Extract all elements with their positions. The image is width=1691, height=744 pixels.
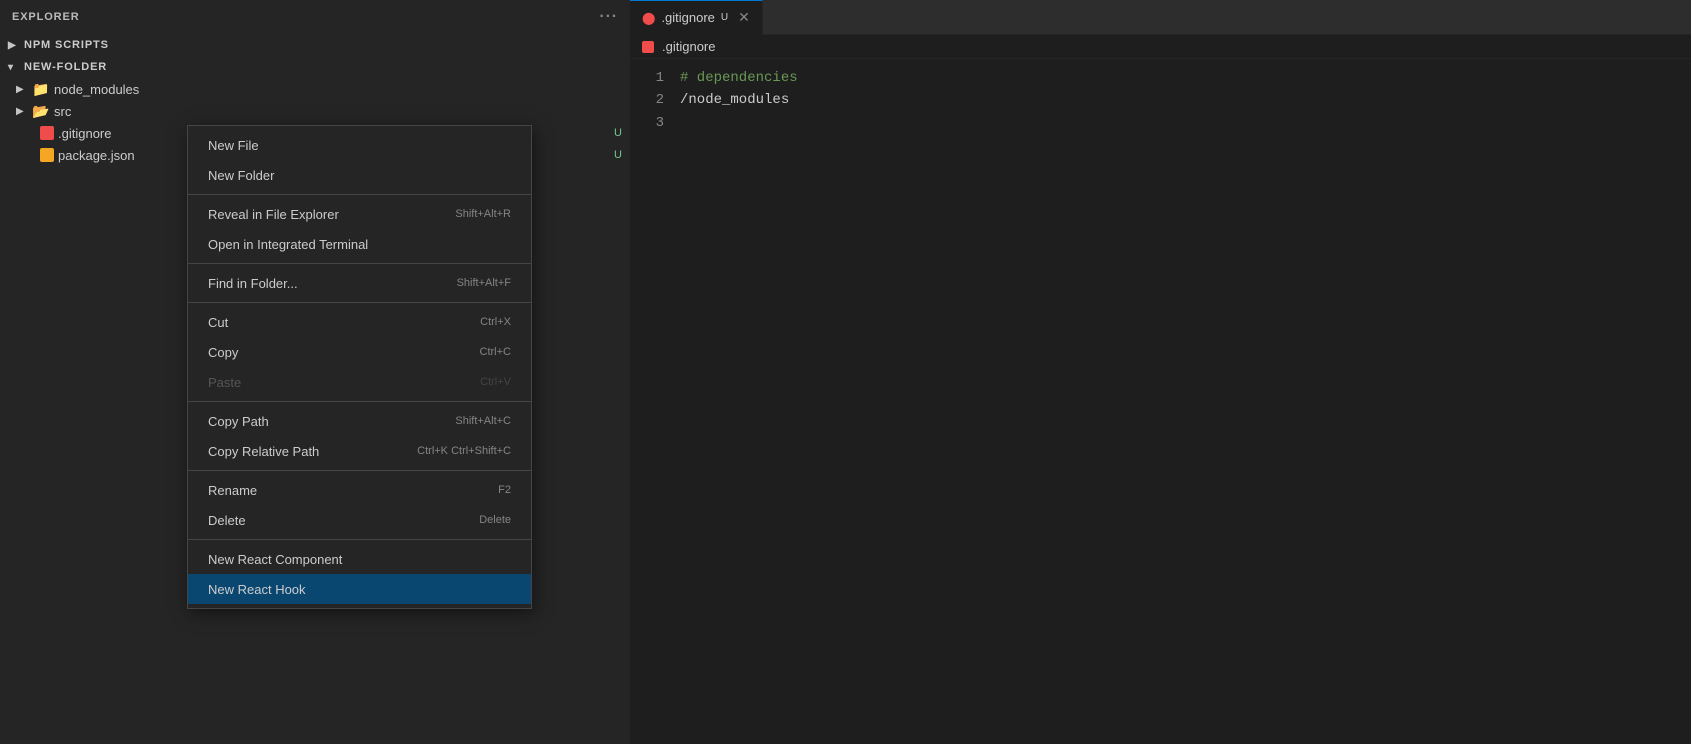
menu-reveal-explorer-shortcut: Shift+Alt+R <box>455 208 511 220</box>
editor-content: 1 2 3 # dependencies /node_modules <box>630 59 1691 744</box>
gitignore-file-icon <box>40 126 54 140</box>
menu-copy-shortcut: Ctrl+C <box>480 346 511 358</box>
package-json-badge: U <box>614 149 622 161</box>
menu-delete-label: Delete <box>208 513 246 528</box>
menu-rename-shortcut: F2 <box>498 484 511 496</box>
menu-copy-relative-path-label: Copy Relative Path <box>208 444 319 459</box>
line-number-2: 2 <box>646 89 664 111</box>
menu-open-terminal[interactable]: Open in Integrated Terminal <box>188 229 531 259</box>
menu-cut-label: Cut <box>208 315 228 330</box>
separator-1 <box>188 194 531 195</box>
menu-find-folder-label: Find in Folder... <box>208 276 298 291</box>
node-modules-item[interactable]: ▶ 📁 node_modules <box>0 78 630 100</box>
menu-new-react-hook-label: New React Hook <box>208 582 306 597</box>
explorer-header: EXPLORER ··· <box>0 0 630 34</box>
new-folder-section[interactable]: ▾ NEW-FOLDER <box>0 56 630 78</box>
node-modules-folder-icon: 📁 <box>32 81 50 98</box>
context-menu: New File New Folder Reveal in File Explo… <box>187 125 532 609</box>
src-label: src <box>54 104 630 119</box>
line-number-1: 1 <box>646 67 664 89</box>
npm-arrow-icon: ▶ <box>8 40 24 51</box>
separator-4 <box>188 401 531 402</box>
editor-area: ⬤ .gitignore U ✕ .gitignore 1 2 3 # depe… <box>630 0 1691 744</box>
editor-breadcrumb: .gitignore <box>630 35 1691 59</box>
npm-scripts-section[interactable]: ▶ NPM SCRIPTS <box>0 34 630 56</box>
menu-cut-shortcut: Ctrl+X <box>480 316 511 328</box>
src-folder-icon: 📂 <box>32 103 50 120</box>
menu-copy-relative-path[interactable]: Copy Relative Path Ctrl+K Ctrl+Shift+C <box>188 436 531 466</box>
menu-copy[interactable]: Copy Ctrl+C <box>188 337 531 367</box>
code-path-text: /node_modules <box>680 92 789 108</box>
tab-close-button[interactable]: ✕ <box>738 9 750 26</box>
menu-new-react-component[interactable]: New React Component <box>188 544 531 574</box>
menu-reveal-explorer[interactable]: Reveal in File Explorer Shift+Alt+R <box>188 199 531 229</box>
npm-scripts-label: NPM SCRIPTS <box>24 39 109 51</box>
menu-paste-shortcut: Ctrl+V <box>480 376 511 388</box>
menu-new-folder[interactable]: New Folder <box>188 160 531 190</box>
node-modules-label: node_modules <box>54 82 630 97</box>
menu-reveal-explorer-label: Reveal in File Explorer <box>208 207 339 222</box>
tab-gitignore[interactable]: ⬤ .gitignore U ✕ <box>630 0 763 35</box>
separator-5 <box>188 470 531 471</box>
menu-new-file[interactable]: New File <box>188 130 531 160</box>
code-line-1: # dependencies <box>680 67 1691 89</box>
menu-copy-label: Copy <box>208 345 238 360</box>
explorer-title: EXPLORER <box>12 11 80 23</box>
new-folder-label: NEW-FOLDER <box>24 61 107 73</box>
tab-bar: ⬤ .gitignore U ✕ <box>630 0 1691 35</box>
separator-6 <box>188 539 531 540</box>
src-arrow-icon: ▶ <box>16 106 32 117</box>
menu-copy-path-shortcut: Shift+Alt+C <box>455 415 511 427</box>
separator-3 <box>188 302 531 303</box>
code-line-2: /node_modules <box>680 89 1691 111</box>
menu-new-folder-label: New Folder <box>208 168 274 183</box>
menu-rename[interactable]: Rename F2 <box>188 475 531 505</box>
tab-gitignore-modified: U <box>721 12 728 23</box>
menu-delete-shortcut: Delete <box>479 514 511 526</box>
src-item[interactable]: ▶ 📂 src <box>0 100 630 122</box>
menu-open-terminal-label: Open in Integrated Terminal <box>208 237 368 252</box>
more-actions-icon[interactable]: ··· <box>599 8 618 26</box>
menu-paste[interactable]: Paste Ctrl+V <box>188 367 531 397</box>
menu-new-react-hook[interactable]: New React Hook <box>188 574 531 604</box>
tab-gitignore-label: .gitignore <box>661 10 714 25</box>
tab-gitignore-icon: ⬤ <box>642 11 655 25</box>
line-numbers: 1 2 3 <box>630 59 680 744</box>
code-content[interactable]: # dependencies /node_modules <box>680 59 1691 744</box>
menu-copy-path-label: Copy Path <box>208 414 269 429</box>
menu-copy-path[interactable]: Copy Path Shift+Alt+C <box>188 406 531 436</box>
menu-delete[interactable]: Delete Delete <box>188 505 531 535</box>
menu-cut[interactable]: Cut Ctrl+X <box>188 307 531 337</box>
gitignore-badge: U <box>614 127 622 139</box>
code-comment-text: # dependencies <box>680 70 798 86</box>
separator-2 <box>188 263 531 264</box>
sidebar: EXPLORER ··· ▶ NPM SCRIPTS ▾ NEW-FOLDER … <box>0 0 630 744</box>
menu-rename-label: Rename <box>208 483 257 498</box>
menu-copy-relative-path-shortcut: Ctrl+K Ctrl+Shift+C <box>417 445 511 457</box>
menu-paste-label: Paste <box>208 375 241 390</box>
package-json-file-icon <box>40 148 54 162</box>
folder-arrow-icon: ▾ <box>8 62 24 73</box>
code-line-3 <box>680 112 1691 134</box>
line-number-3: 3 <box>646 112 664 134</box>
menu-new-file-label: New File <box>208 138 259 153</box>
menu-find-folder-shortcut: Shift+Alt+F <box>457 277 511 289</box>
menu-new-react-component-label: New React Component <box>208 552 342 567</box>
node-modules-arrow-icon: ▶ <box>16 84 32 95</box>
breadcrumb-icon <box>642 41 654 53</box>
breadcrumb-filename: .gitignore <box>662 39 715 54</box>
menu-find-folder[interactable]: Find in Folder... Shift+Alt+F <box>188 268 531 298</box>
